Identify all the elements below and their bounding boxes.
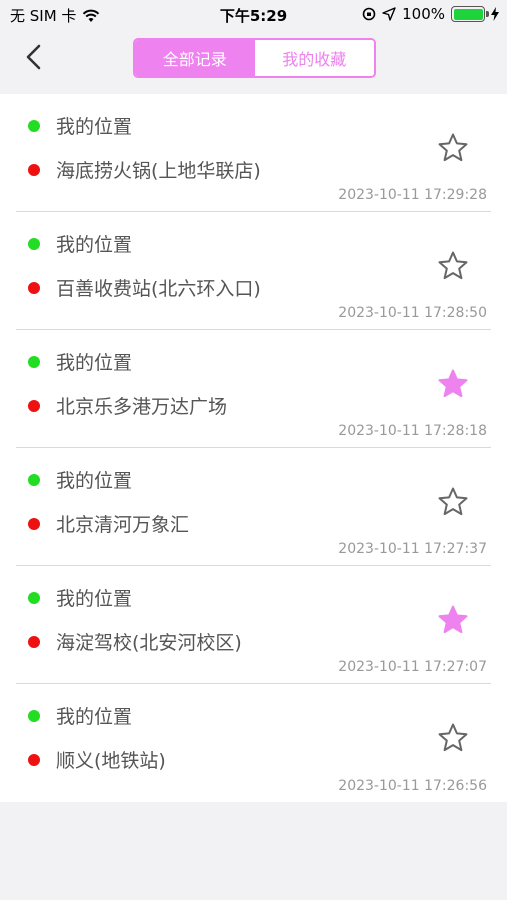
start-location-row: 我的位置 bbox=[28, 230, 132, 257]
favorite-star-button[interactable] bbox=[437, 132, 469, 164]
start-location-label: 我的位置 bbox=[56, 706, 133, 728]
start-dot-icon bbox=[28, 119, 40, 132]
favorite-star-button[interactable] bbox=[437, 604, 469, 636]
start-location-row: 我的位置 bbox=[28, 702, 132, 729]
destination-dot-icon bbox=[28, 281, 40, 294]
start-location-label: 我的位置 bbox=[56, 470, 133, 492]
charging-bolt-icon bbox=[491, 7, 499, 21]
orientation-lock-icon bbox=[362, 7, 376, 21]
destination-row: 北京乐多港万达广场 bbox=[28, 392, 227, 419]
destination-row: 海底捞火锅(上地华联店) bbox=[28, 156, 261, 183]
list-item[interactable]: 我的位置北京乐多港万达广场 2023-10-11 17:28:18 bbox=[16, 330, 491, 448]
star-icon bbox=[438, 723, 468, 752]
start-dot-icon bbox=[28, 355, 40, 368]
destination-dot-icon bbox=[28, 163, 40, 176]
record-timestamp: 2023-10-11 17:27:37 bbox=[338, 541, 487, 557]
back-button[interactable] bbox=[20, 42, 50, 72]
tab-my-favorites[interactable]: 我的收藏 bbox=[254, 40, 374, 76]
start-location-label: 我的位置 bbox=[56, 588, 133, 610]
record-timestamp: 2023-10-11 17:27:07 bbox=[338, 659, 487, 675]
record-timestamp: 2023-10-11 17:28:50 bbox=[338, 305, 487, 321]
record-segment-control: 全部记录 我的收藏 bbox=[133, 38, 376, 78]
start-dot-icon bbox=[28, 709, 40, 722]
list-item[interactable]: 我的位置百善收费站(北六环入口) 2023-10-11 17:28:50 bbox=[16, 212, 491, 330]
destination-row: 顺义(地铁站) bbox=[28, 746, 166, 773]
record-timestamp: 2023-10-11 17:26:56 bbox=[338, 778, 487, 794]
destination-dot-icon bbox=[28, 517, 40, 530]
star-icon bbox=[438, 605, 468, 634]
destination-label: 海淀驾校(北安河校区) bbox=[56, 632, 242, 654]
star-icon bbox=[438, 251, 468, 280]
start-location-row: 我的位置 bbox=[28, 584, 132, 611]
start-dot-icon bbox=[28, 237, 40, 250]
start-location-label: 我的位置 bbox=[56, 352, 133, 374]
star-icon bbox=[438, 369, 468, 398]
start-location-label: 我的位置 bbox=[56, 234, 133, 256]
star-icon bbox=[438, 487, 468, 516]
record-list: 我的位置 海底捞火锅(上地华联店) 2023-10-11 17:29:28 我的位置百… bbox=[0, 94, 507, 802]
destination-label: 海底捞火锅(上地华联店) bbox=[56, 160, 261, 182]
favorite-star-button[interactable] bbox=[437, 250, 469, 282]
record-timestamp: 2023-10-11 17:29:28 bbox=[338, 187, 487, 203]
star-icon bbox=[438, 133, 468, 162]
tab-all-records[interactable]: 全部记录 bbox=[135, 40, 255, 76]
destination-label: 北京清河万象汇 bbox=[56, 514, 190, 536]
start-location-label: 我的位置 bbox=[56, 116, 133, 138]
destination-dot-icon bbox=[28, 635, 40, 648]
battery-percent: 100% bbox=[402, 5, 445, 23]
start-dot-icon bbox=[28, 591, 40, 604]
start-location-row: 我的位置 bbox=[28, 466, 132, 493]
destination-label: 百善收费站(北六环入口) bbox=[56, 278, 261, 300]
battery-icon bbox=[451, 6, 489, 22]
nav-bar: 全部记录 我的收藏 bbox=[0, 30, 507, 94]
list-item[interactable]: 我的位置海底捞火锅(上地华联店) 2023-10-11 17:29:28 bbox=[16, 94, 491, 212]
destination-row: 北京清河万象汇 bbox=[28, 510, 189, 537]
record-timestamp: 2023-10-11 17:28:18 bbox=[338, 423, 487, 439]
destination-dot-icon bbox=[28, 753, 40, 766]
favorite-star-button[interactable] bbox=[437, 722, 469, 754]
destination-row: 百善收费站(北六环入口) bbox=[28, 274, 261, 301]
destination-label: 顺义(地铁站) bbox=[56, 750, 166, 772]
list-item[interactable]: 我的位置顺义(地铁站) 2023-10-11 17:26:56 bbox=[16, 684, 491, 802]
location-arrow-icon bbox=[382, 7, 396, 21]
destination-label: 北京乐多港万达广场 bbox=[56, 396, 228, 418]
list-item[interactable]: 我的位置北京清河万象汇 2023-10-11 17:27:37 bbox=[16, 448, 491, 566]
list-item[interactable]: 我的位置海淀驾校(北安河校区) 2023-10-11 17:27:07 bbox=[16, 566, 491, 684]
favorite-star-button[interactable] bbox=[437, 486, 469, 518]
status-right: 100% bbox=[362, 5, 499, 23]
status-bar: 无 SIM 卡 下午5:29 100% bbox=[0, 0, 507, 30]
favorite-star-button[interactable] bbox=[437, 368, 469, 400]
destination-row: 海淀驾校(北安河校区) bbox=[28, 628, 242, 655]
start-location-row: 我的位置 bbox=[28, 112, 132, 139]
destination-dot-icon bbox=[28, 399, 40, 412]
start-location-row: 我的位置 bbox=[28, 348, 132, 375]
start-dot-icon bbox=[28, 473, 40, 486]
